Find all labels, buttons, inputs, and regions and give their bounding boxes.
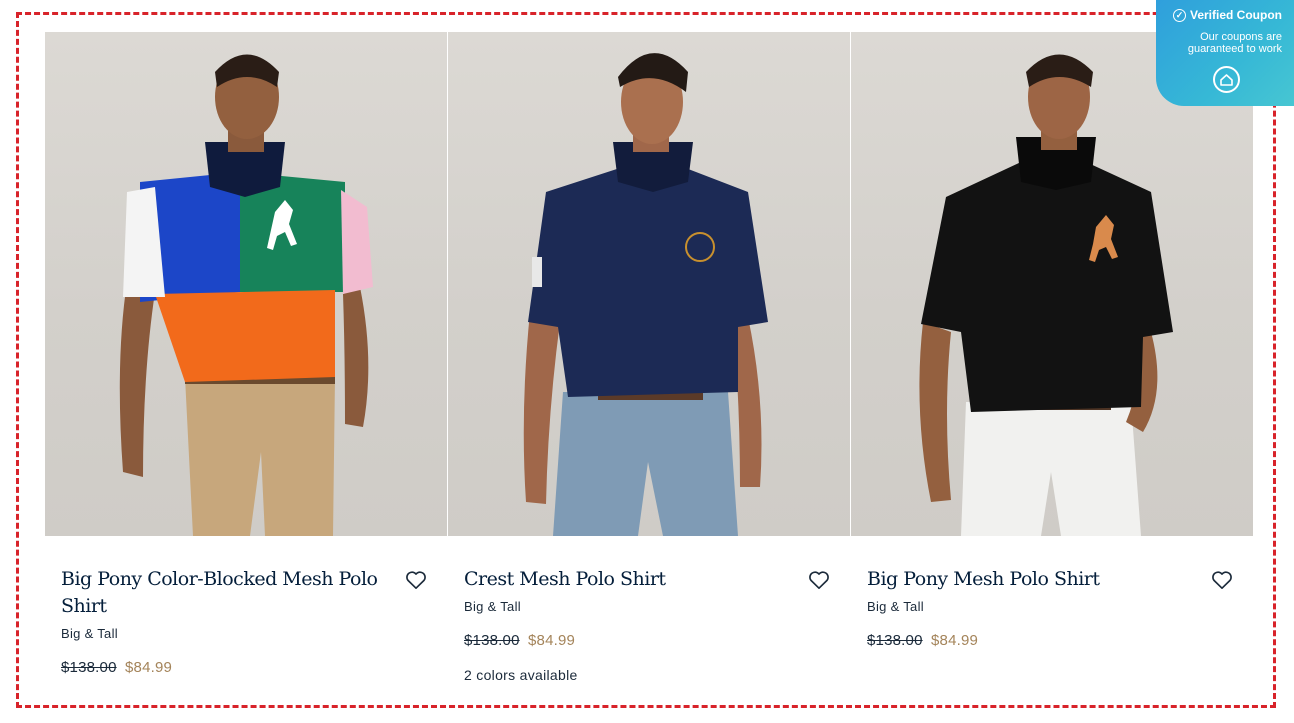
check-circle-icon: ✓ — [1172, 8, 1186, 22]
price-row: $138.00 $84.99 — [867, 632, 1193, 649]
coupon-message-line2: guaranteed to work — [1187, 43, 1282, 55]
product-subtitle: Big & Tall — [464, 599, 521, 614]
product-grid: Big Pony Color-Blocked Mesh Polo Shirt B… — [45, 32, 1253, 702]
product-image[interactable] — [851, 32, 1253, 536]
product-title[interactable]: Big Pony Mesh Polo Shirt — [867, 566, 1193, 593]
coupon-message: Our coupons are guaranteed to work — [1166, 31, 1282, 55]
coupon-header: ✓ Verified Coupon — [1166, 8, 1282, 22]
product-card[interactable]: Big Pony Mesh Polo Shirt Big & Tall $138… — [851, 32, 1253, 702]
sale-price: $84.99 — [931, 632, 979, 649]
original-price: $138.00 — [464, 632, 520, 649]
man-in-color-blocked-polo-image — [119, 54, 373, 536]
product-subtitle: Big & Tall — [61, 626, 118, 641]
product-info: Big Pony Mesh Polo Shirt Big & Tall $138… — [851, 536, 1253, 649]
product-image[interactable] — [45, 32, 447, 536]
heart-icon[interactable] — [405, 570, 427, 590]
sale-price: $84.99 — [125, 659, 173, 676]
price-row: $138.00 $84.99 — [464, 632, 790, 649]
sale-price: $84.99 — [528, 632, 576, 649]
original-price: $138.00 — [867, 632, 923, 649]
product-image[interactable] — [448, 32, 850, 536]
product-subtitle: Big & Tall — [867, 599, 924, 614]
coupon-message-line1: Our coupons are — [1200, 31, 1282, 43]
product-card[interactable]: Big Pony Color-Blocked Mesh Polo Shirt B… — [45, 32, 447, 702]
original-price: $138.00 — [61, 659, 117, 676]
product-info: Big Pony Color-Blocked Mesh Polo Shirt B… — [45, 536, 447, 676]
coupon-title: Verified Coupon — [1189, 8, 1282, 22]
product-title[interactable]: Big Pony Color-Blocked Mesh Polo Shirt — [61, 566, 387, 620]
product-card[interactable]: Crest Mesh Polo Shirt Big & Tall $138.00… — [448, 32, 850, 702]
product-title[interactable]: Crest Mesh Polo Shirt — [464, 566, 790, 593]
heart-icon[interactable] — [808, 570, 830, 590]
man-in-navy-polo-image — [523, 53, 768, 536]
man-in-black-polo-image — [919, 54, 1173, 536]
verified-coupon-badge[interactable]: ✓ Verified Coupon Our coupons are guaran… — [1156, 0, 1294, 106]
price-row: $138.00 $84.99 — [61, 659, 387, 676]
heart-icon[interactable] — [1211, 570, 1233, 590]
product-info: Crest Mesh Polo Shirt Big & Tall $138.00… — [448, 536, 850, 683]
house-logo-icon[interactable] — [1213, 66, 1240, 93]
colors-available[interactable]: 2 colors available — [464, 667, 790, 683]
